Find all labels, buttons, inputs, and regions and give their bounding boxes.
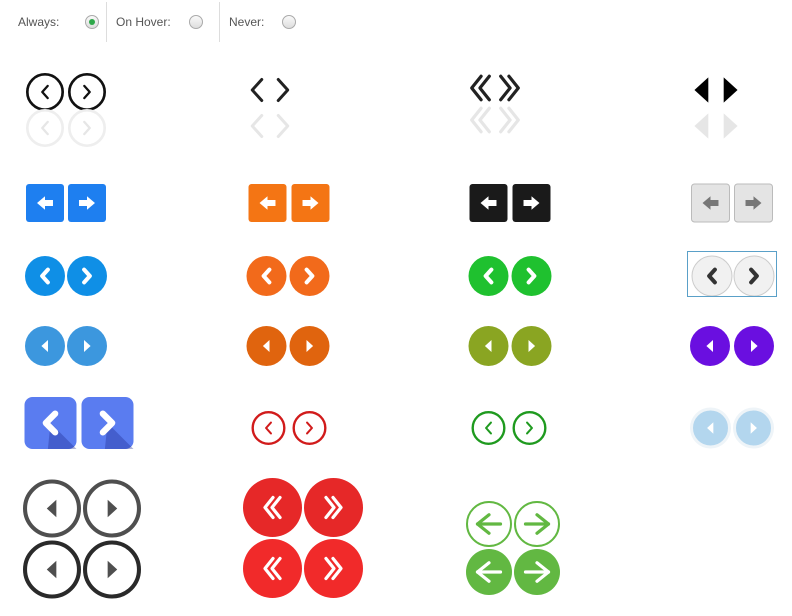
option-on-hover[interactable]: On Hover: (116, 0, 203, 44)
left-double-chevron-icon (470, 74, 491, 102)
option-never-label: Never: (229, 15, 265, 29)
arrow-style-chevron-thin-black[interactable] (244, 70, 296, 150)
arrow-style-circle-green-chevron[interactable] (467, 255, 553, 297)
arrow-style-circle-olive-triangle[interactable] (467, 325, 553, 367)
left-chevron-large-icon (250, 77, 264, 103)
arrow-style-square-blue-arrow[interactable] (24, 183, 108, 223)
option-never[interactable]: Never: (229, 0, 297, 44)
right-triangle-icon (723, 77, 738, 103)
option-on-hover-radio[interactable] (188, 15, 203, 29)
divider (106, 2, 107, 42)
right-triangle-icon (723, 113, 738, 139)
right-chevron-large-icon (276, 113, 290, 139)
left-double-chevron-icon (470, 106, 491, 134)
arrow-style-square-orange-arrow[interactable] (246, 183, 332, 223)
option-on-hover-label: On Hover: (116, 15, 171, 29)
arrow-style-square-gradient-chevron[interactable] (22, 396, 136, 450)
arrow-style-circle-outline-black[interactable] (24, 72, 108, 152)
option-never-radio[interactable] (282, 15, 297, 29)
arrow-style-circle-outline-green[interactable] (468, 410, 550, 446)
arrow-style-square-black-arrow[interactable] (467, 183, 553, 223)
arrow-style-circle-outline-red[interactable] (248, 410, 330, 446)
arrow-style-circle-darkorange-triangle[interactable] (245, 325, 331, 367)
divider (219, 2, 220, 42)
left-triangle-icon (694, 113, 709, 139)
right-chevron-large-icon (276, 77, 290, 103)
arrow-style-circle-lightblue-triangle[interactable] (24, 325, 108, 367)
arrow-style-triangle-black[interactable] (688, 70, 744, 150)
arrow-style-square-grey-arrow[interactable] (689, 183, 775, 223)
option-always[interactable]: Always: (18, 0, 100, 44)
arrow-style-circle-pale-blue-triangle[interactable] (689, 407, 775, 449)
selected-style-highlight (687, 251, 777, 297)
arrow-style-circle-outline-grey-triangle[interactable] (22, 478, 142, 600)
arrow-style-circle-purple-triangle[interactable] (688, 325, 776, 367)
arrow-style-circle-blue-chevron[interactable] (24, 255, 108, 297)
option-always-radio[interactable] (85, 15, 100, 29)
left-triangle-icon (694, 77, 709, 103)
arrow-style-circle-orange-chevron[interactable] (245, 255, 331, 297)
arrow-style-circle-green-arrow[interactable] (465, 500, 561, 596)
left-chevron-large-icon (250, 113, 264, 139)
right-double-chevron-icon (499, 106, 520, 134)
display-options-bar: Always: On Hover: Never: (0, 0, 792, 44)
right-double-chevron-icon (499, 74, 520, 102)
option-always-label: Always: (18, 15, 60, 29)
arrow-style-double-chevron-black[interactable] (466, 70, 524, 146)
arrow-style-circle-red-double-chevron[interactable] (242, 477, 364, 599)
